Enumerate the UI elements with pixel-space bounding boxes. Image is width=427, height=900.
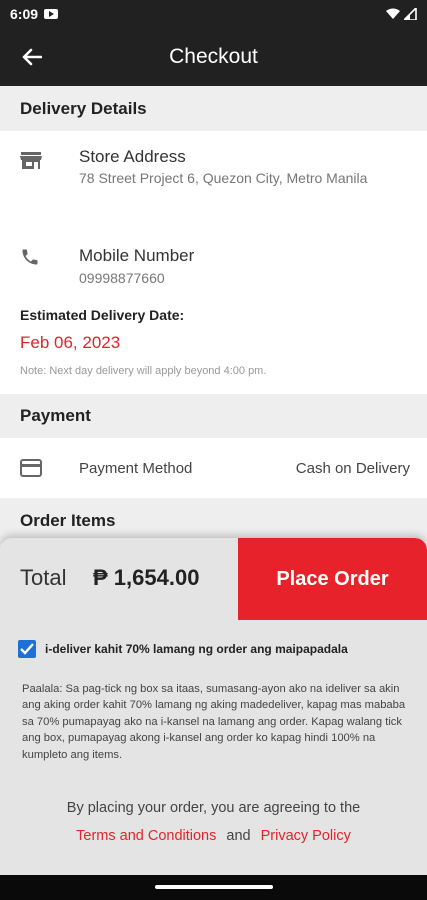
status-bar: 6:09 bbox=[0, 0, 427, 28]
store-address-value: 78 Street Project 6, Quezon City, Metro … bbox=[79, 170, 368, 186]
signal-icon bbox=[404, 8, 417, 20]
and-text: and bbox=[226, 828, 251, 844]
delivery-details-header: Delivery Details bbox=[0, 87, 427, 131]
agreement-text: By placing your order, you are agreeing … bbox=[66, 800, 361, 816]
back-button[interactable] bbox=[18, 43, 46, 71]
total-amount: ₱ 1,654.00 bbox=[93, 565, 200, 590]
status-time: 6:09 bbox=[10, 6, 39, 22]
youtube-icon bbox=[44, 9, 59, 19]
order-items-header: Order Items bbox=[0, 499, 427, 543]
credit-card-icon bbox=[20, 459, 42, 477]
store-address-title: Store Address bbox=[79, 147, 186, 166]
privacy-link[interactable]: Privacy Policy bbox=[261, 828, 351, 844]
home-gesture-handle[interactable] bbox=[155, 885, 273, 889]
mobile-number-value: 09998877660 bbox=[79, 270, 165, 286]
payment-method-row[interactable]: Payment Method Cash on Delivery bbox=[0, 438, 427, 498]
mobile-number-title: Mobile Number bbox=[79, 246, 195, 265]
arrow-left-icon bbox=[22, 48, 42, 66]
estimated-delivery-label: Estimated Delivery Date: bbox=[20, 307, 185, 323]
store-icon bbox=[20, 152, 42, 169]
system-nav-bar bbox=[0, 875, 427, 900]
paalala-notice: Paalala: Sa pag-tick ng box sa itaas, su… bbox=[22, 683, 406, 761]
terms-link[interactable]: Terms and Conditions bbox=[76, 828, 216, 844]
delivery-details-block: Store Address 78 Street Project 6, Quezo… bbox=[0, 131, 427, 394]
delivery-note: Note: Next day delivery will apply beyon… bbox=[20, 365, 267, 377]
legal-links: Terms and Conditions and Privacy Policy bbox=[0, 828, 427, 844]
estimated-delivery-date: Feb 06, 2023 bbox=[20, 333, 121, 352]
phone-icon bbox=[22, 249, 38, 265]
total-label: Total bbox=[20, 565, 67, 590]
checkout-summary-sheet: Total ₱ 1,654.00 Place Order i-deliver k… bbox=[0, 538, 427, 875]
page-title: Checkout bbox=[169, 45, 258, 68]
check-icon bbox=[20, 643, 34, 655]
place-order-button[interactable]: Place Order bbox=[238, 538, 427, 620]
payment-method-label: Payment Method bbox=[79, 460, 193, 477]
app-bar: Checkout bbox=[0, 28, 427, 86]
partial-delivery-option[interactable]: i-deliver kahit 70% lamang ng order ang … bbox=[18, 640, 348, 658]
partial-delivery-label: i-deliver kahit 70% lamang ng order ang … bbox=[45, 642, 348, 656]
payment-method-value: Cash on Delivery bbox=[295, 460, 410, 477]
wifi-icon bbox=[386, 8, 400, 19]
partial-delivery-checkbox[interactable] bbox=[18, 640, 36, 658]
payment-header: Payment bbox=[0, 394, 427, 438]
